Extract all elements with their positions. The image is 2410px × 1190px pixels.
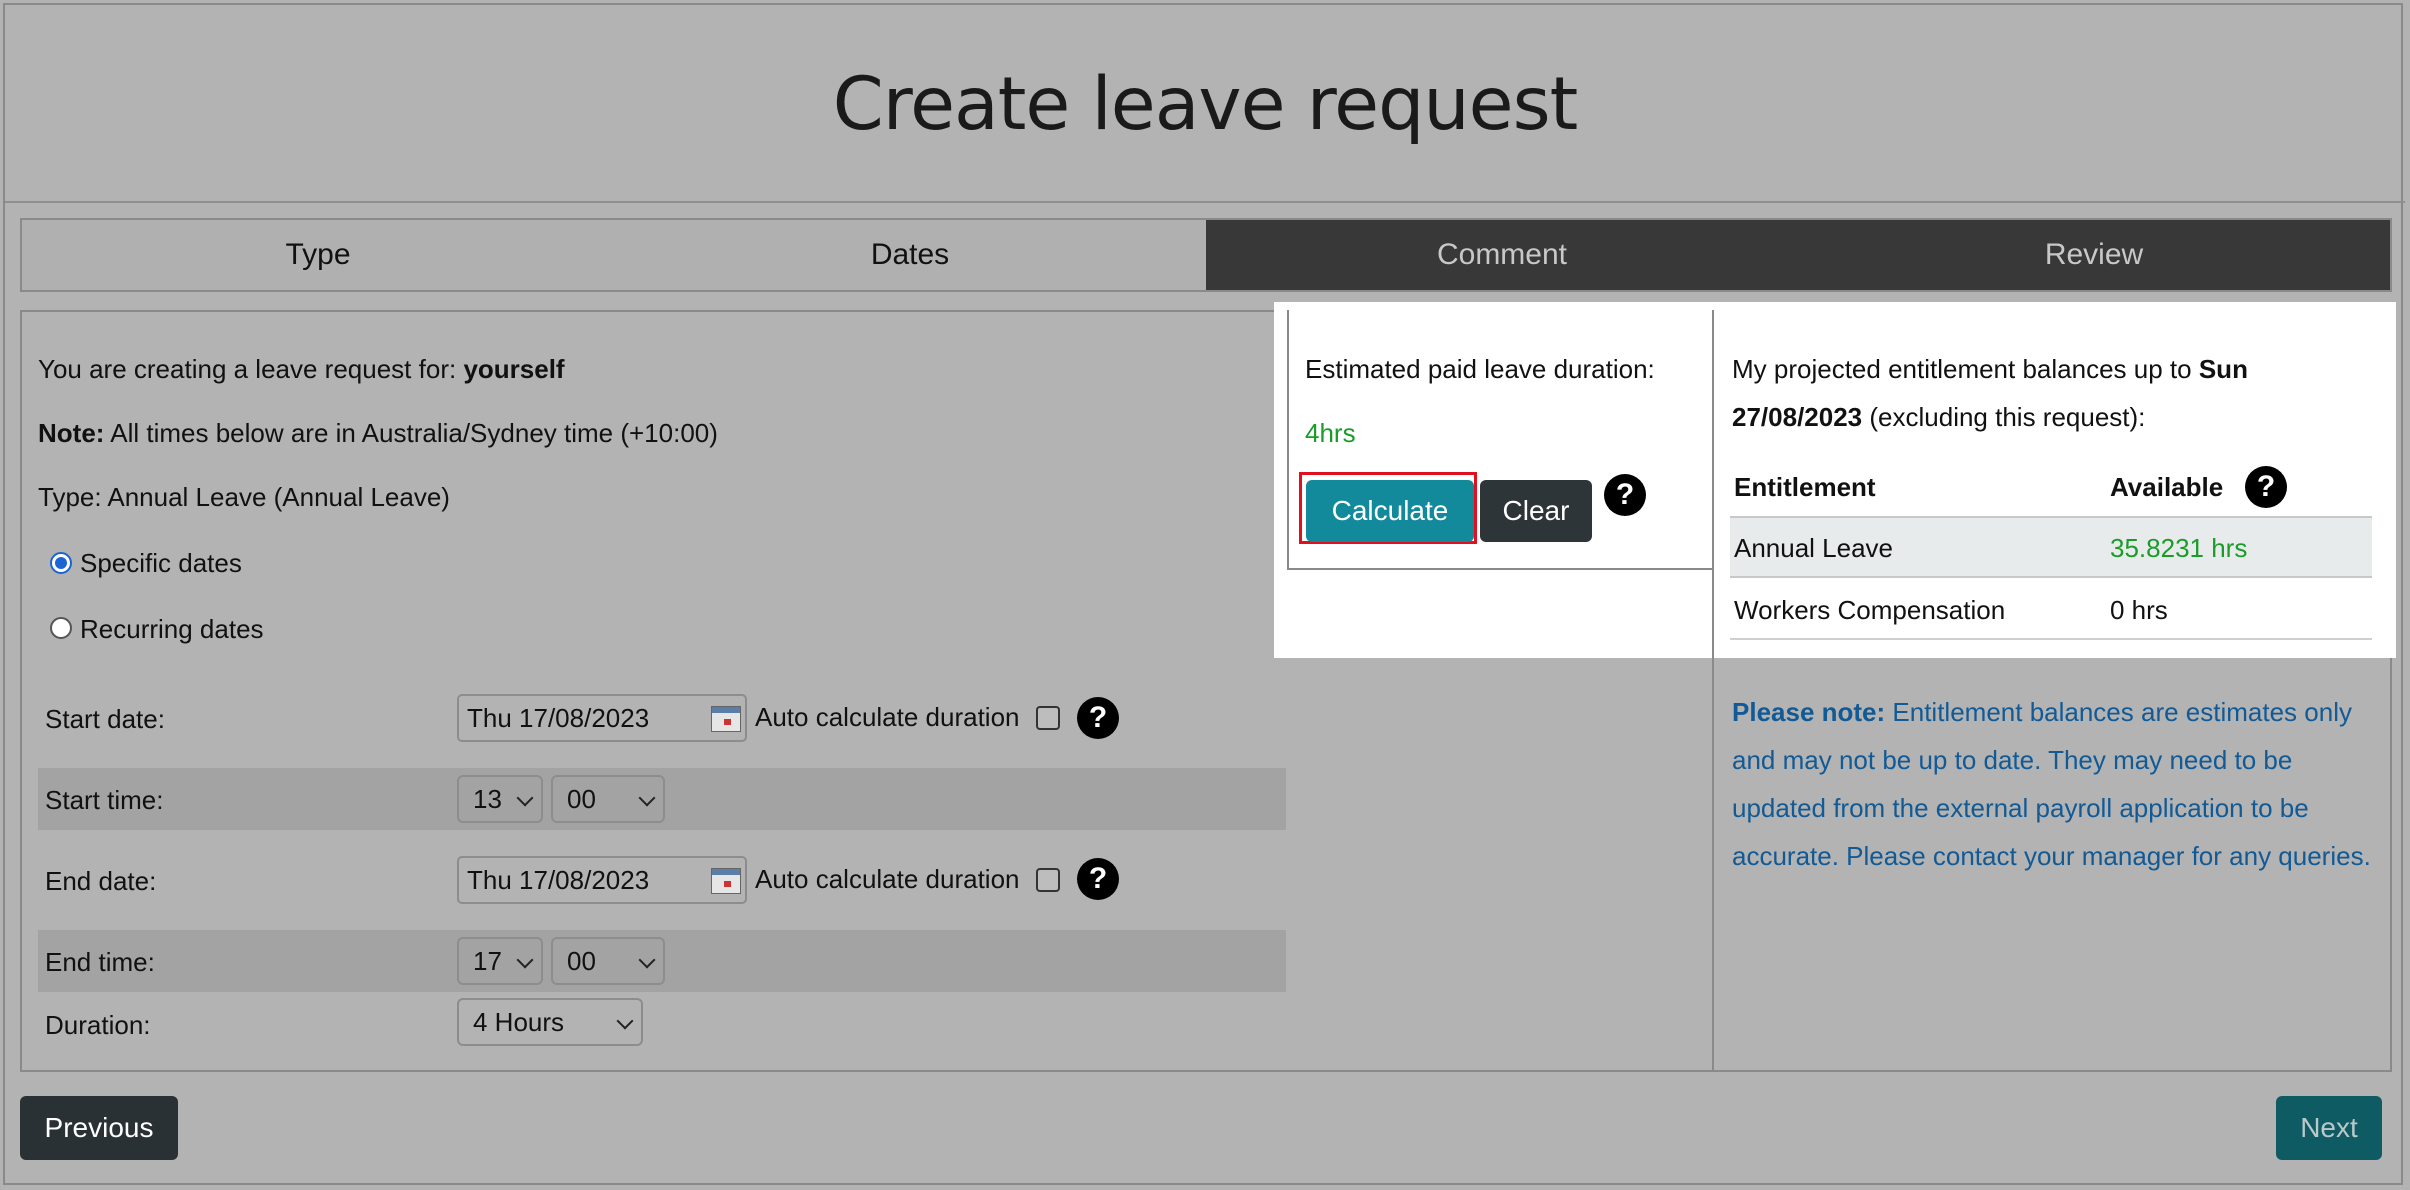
start-hour-value: 13 (473, 784, 502, 814)
calculate-button[interactable]: Calculate (1306, 480, 1474, 542)
balances-note-label: Please note: (1732, 697, 1886, 727)
start-date-label: Start date: (45, 704, 165, 734)
radio-recurring-dates[interactable] (50, 617, 72, 639)
end-date-value: Thu 17/08/2023 (467, 865, 650, 895)
creating-for-text: You are creating a leave request for: yo… (38, 354, 565, 385)
tab-dates[interactable]: Dates (614, 220, 1206, 290)
balances-note: Please note: Entitlement balances are es… (1732, 688, 2392, 880)
balances-intro-date: 27/08/2023 (1732, 402, 1863, 432)
note-label: Note: (38, 418, 105, 448)
radio-specific-dates[interactable] (50, 552, 72, 574)
end-hour-select[interactable]: 17 (457, 937, 543, 985)
end-date-help-icon[interactable]: ? (1077, 858, 1119, 900)
radio-specific-label: Specific dates (80, 548, 242, 578)
end-date-input[interactable]: Thu 17/08/2023 (457, 856, 747, 904)
duration-value: 4 Hours (473, 1007, 565, 1037)
estimate-label: Estimated paid leave duration: (1305, 354, 1655, 384)
duration-select[interactable]: 4 Hours (457, 998, 643, 1046)
calendar-icon[interactable] (711, 706, 741, 732)
chevron-down-icon (638, 789, 656, 807)
next-button[interactable]: Next (2276, 1096, 2382, 1160)
page-title: Create leave request (832, 62, 1579, 147)
end-hour-value: 17 (473, 946, 502, 976)
col-entitlement-header: Entitlement (1734, 472, 1876, 502)
start-hour-select[interactable]: 13 (457, 775, 543, 823)
estimate-box-bottom-border (1287, 568, 1714, 570)
chevron-down-icon (516, 951, 534, 969)
start-date-help-icon[interactable]: ? (1077, 697, 1119, 739)
available-help-icon[interactable]: ? (2245, 466, 2287, 508)
tab-review[interactable]: Review (1798, 220, 2390, 290)
end-minute-select[interactable]: 00 (551, 937, 665, 985)
end-date-label: End date: (45, 866, 157, 896)
entitlement-available: 0 hrs (2110, 595, 2168, 625)
chevron-down-icon (516, 789, 534, 807)
table-row-divider (1730, 638, 2372, 640)
leave-type-text: Type: Annual Leave (Annual Leave) (38, 482, 450, 512)
wizard-steps: Type Dates Comment Review (20, 218, 2392, 292)
end-time-label: End time: (45, 947, 155, 977)
balances-intro-day: Sun (2198, 354, 2248, 384)
balances-intro-suffix: (excluding this request): (1869, 402, 2146, 432)
start-minute-value: 00 (567, 784, 596, 814)
clear-button[interactable]: Clear (1480, 480, 1592, 542)
estimate-divider (1712, 310, 1714, 658)
tab-type[interactable]: Type (22, 220, 614, 290)
timezone-note: Note: All times below are in Australia/S… (38, 418, 718, 449)
col-available-header: Available (2110, 472, 2224, 502)
start-date-value: Thu 17/08/2023 (467, 703, 650, 733)
chevron-down-icon (616, 1012, 634, 1030)
duration-label: Duration: (45, 1010, 151, 1040)
start-auto-calc-label: Auto calculate duration (755, 702, 1020, 732)
entitlement-name: Workers Compensation (1734, 595, 2006, 625)
entitlement-available: 35.8231 hrs (2110, 533, 2248, 563)
previous-button[interactable]: Previous (20, 1096, 178, 1160)
chevron-down-icon (638, 951, 656, 969)
start-auto-calc-checkbox[interactable] (1036, 706, 1060, 730)
end-auto-calc-label: Auto calculate duration (755, 864, 1020, 894)
balances-intro-line2: 27/08/2023 (excluding this request): (1732, 402, 2145, 433)
page-header: Create leave request (5, 5, 2405, 203)
start-date-input[interactable]: Thu 17/08/2023 (457, 694, 747, 742)
note-text: All times below are in Australia/Sydney … (110, 418, 718, 448)
entitlement-name: Annual Leave (1734, 533, 1894, 563)
estimate-box-left-border (1287, 310, 1289, 570)
tab-comment[interactable]: Comment (1206, 220, 1798, 290)
estimate-value: 4hrs (1305, 418, 1356, 448)
end-auto-calc-checkbox[interactable] (1036, 868, 1060, 892)
radio-recurring-label: Recurring dates (80, 614, 264, 644)
estimate-help-icon[interactable]: ? (1604, 474, 1646, 516)
creating-for-prefix: You are creating a leave request for: (38, 354, 457, 384)
start-time-label: Start time: (45, 785, 164, 815)
balances-intro-prefix: My projected entitlement balances up to (1732, 354, 2192, 384)
end-minute-value: 00 (567, 946, 596, 976)
calendar-icon[interactable] (711, 868, 741, 894)
start-minute-select[interactable]: 00 (551, 775, 665, 823)
creating-for-value: yourself (463, 354, 565, 384)
balances-intro-line1: My projected entitlement balances up to … (1732, 354, 2248, 385)
